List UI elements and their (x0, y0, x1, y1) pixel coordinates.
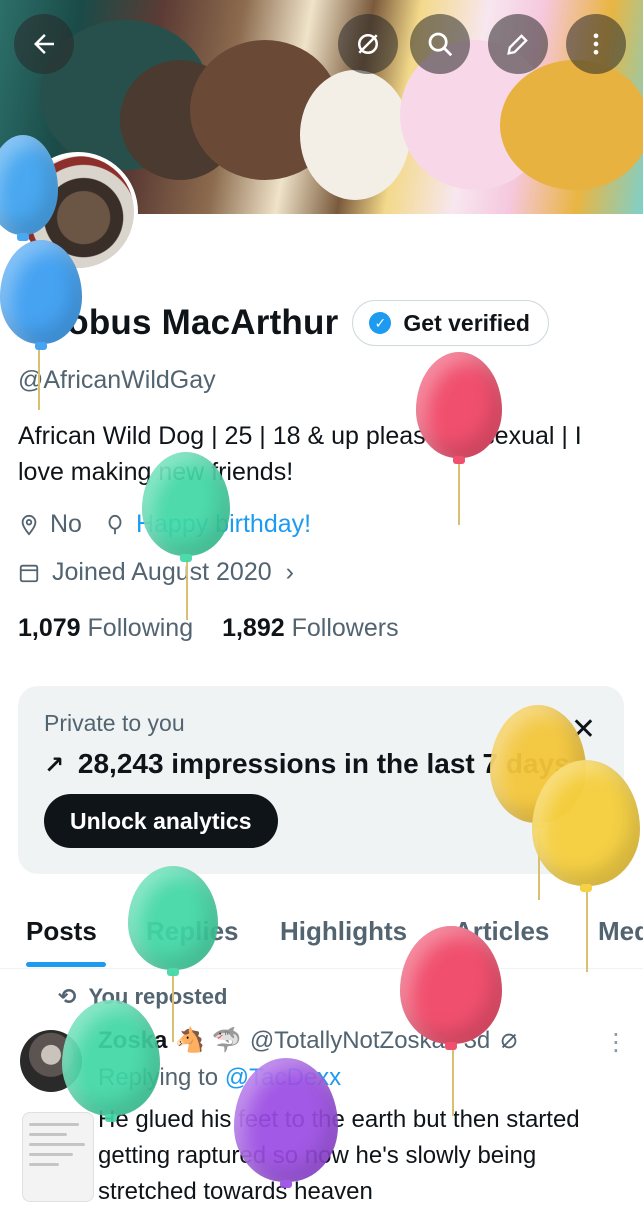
profile-joined: Joined August 2020 (52, 558, 272, 586)
post-author[interactable]: Zoska (98, 1027, 167, 1055)
search-button[interactable] (410, 14, 470, 74)
tab-highlights[interactable]: Highlights (280, 916, 407, 947)
repost-indicator: ⟲ You reposted (58, 984, 227, 1010)
followers-link[interactable]: 1,892 Followers (222, 614, 399, 642)
post-author-avatar[interactable] (20, 1030, 82, 1092)
verified-badge-icon: ✓ (369, 312, 392, 334)
impressions-text: 28,243 impressions in the last 7 days (77, 748, 570, 779)
post-time: · 3d (448, 1026, 491, 1054)
analytics-card: Private to you ↗ 28,243 impressions in t… (18, 686, 624, 874)
following-label: Following (87, 614, 194, 642)
balloon-icon (108, 514, 122, 534)
tab-posts[interactable]: Posts (26, 916, 97, 947)
post-handle[interactable]: @TotallyNotZoska (250, 1027, 445, 1055)
search-icon (428, 32, 453, 57)
trending-up-icon: ↗ (44, 752, 65, 779)
more-vertical-icon (593, 33, 599, 55)
active-tab-indicator (26, 962, 106, 967)
replying-to: Replying to @TacDexx (98, 1064, 341, 1092)
reposted-label: You reposted (88, 984, 228, 1009)
profile-location: No (50, 510, 82, 538)
post-header: Zoska 🐴 🦈 @TotallyNotZoska · 3d (98, 1026, 520, 1055)
get-verified-label: Get verified (403, 309, 530, 336)
profile-tabs: Posts Replies Highlights Articles Media (0, 898, 643, 969)
unlock-analytics-button[interactable]: Unlock analytics (44, 794, 278, 848)
following-link[interactable]: 1,079 Following (18, 614, 200, 642)
sync-off-button[interactable] (338, 14, 398, 74)
post-author-emoji: 🐴 🦈 (175, 1027, 242, 1054)
followers-count: 1,892 (222, 614, 285, 642)
following-count: 1,079 (18, 614, 81, 642)
tab-replies[interactable]: Replies (146, 916, 239, 947)
post-text: He glued his feet to the earth but then … (98, 1106, 580, 1205)
profile-name-row: Iacobus MacArthur ✓ Get verified (18, 300, 549, 346)
edit-icon (507, 34, 528, 55)
profile-bio: African Wild Dog | 25 | 18 & up please |… (18, 422, 582, 486)
close-icon[interactable]: ✕ (571, 712, 596, 747)
post-thumbnail[interactable] (22, 1112, 94, 1202)
birthday-link[interactable]: Happy birthday! (136, 510, 311, 539)
replying-handle[interactable]: @TacDexx (225, 1064, 341, 1091)
profile-meta-row: No Happy birthday! (18, 510, 311, 539)
profile-name: Iacobus MacArthur (18, 303, 339, 342)
private-label: Private to you (44, 710, 185, 736)
followers-label: Followers (291, 614, 399, 642)
back-button[interactable] (14, 14, 74, 74)
more-options-button[interactable] (566, 14, 626, 74)
follow-stats: 1,079 Following 1,892 Followers (18, 614, 399, 643)
profile-joined-row[interactable]: Joined August 2020 › (18, 558, 294, 587)
calendar-icon (19, 564, 39, 582)
repost-icon: ⟲ (58, 984, 77, 1009)
location-icon (21, 514, 37, 536)
tab-media[interactable]: Media (598, 916, 643, 947)
sync-off-icon (501, 1033, 517, 1048)
impressions-summary: ↗ 28,243 impressions in the last 7 days (44, 748, 570, 780)
get-verified-button[interactable]: ✓ Get verified (352, 300, 549, 346)
arrow-left-icon (34, 34, 54, 54)
edit-button[interactable] (488, 14, 548, 74)
profile-avatar[interactable] (18, 152, 138, 272)
chevron-right-icon: › (285, 558, 294, 586)
tab-articles[interactable]: Articles (454, 916, 549, 947)
replying-prefix: Replying to (98, 1064, 219, 1091)
profile-handle: @AfricanWildGay (18, 366, 216, 394)
sync-off-icon (358, 34, 378, 54)
post-more-icon[interactable]: ⋮ (604, 1028, 628, 1057)
